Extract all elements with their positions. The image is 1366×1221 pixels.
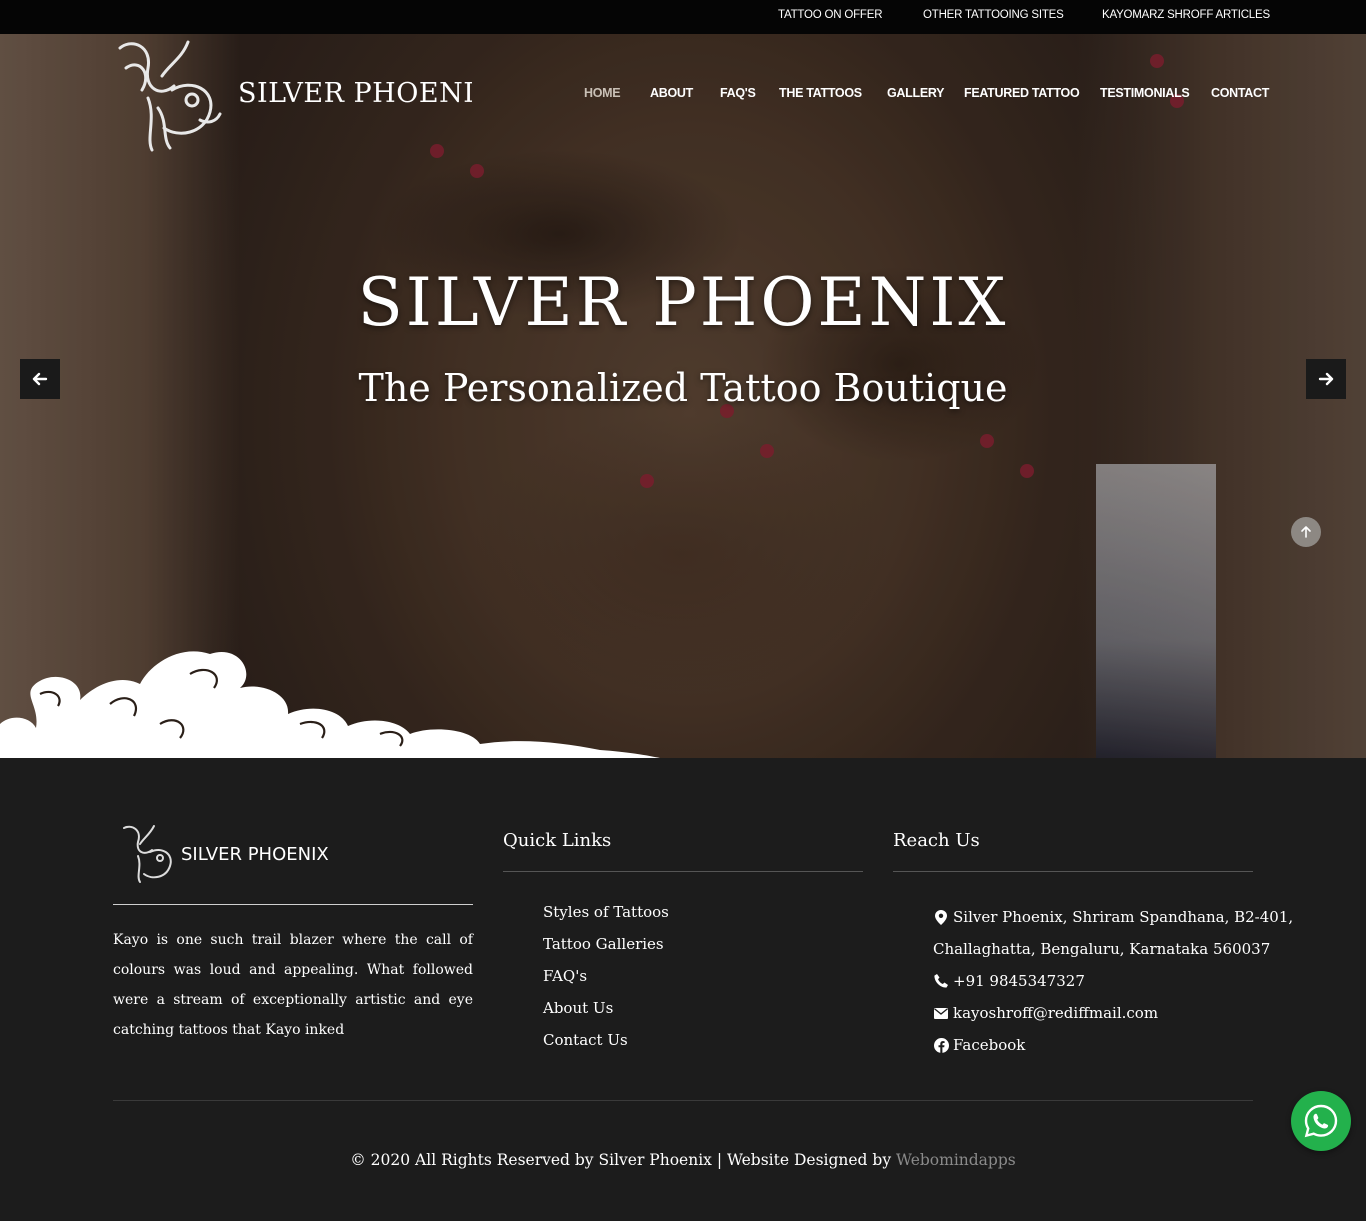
scroll-to-top-button[interactable] bbox=[1291, 517, 1321, 547]
phoenix-logo[interactable]: SILVER PHOENIX bbox=[112, 38, 472, 154]
copyright: © 2020 All Rights Reserved by Silver Pho… bbox=[0, 1151, 1366, 1169]
footer-about-text: Kayo is one such trail blazer where the … bbox=[113, 932, 473, 1038]
footer-bottom-divider bbox=[113, 1100, 1253, 1101]
nav-the-tattoos[interactable]: THE TATTOOS bbox=[779, 86, 862, 100]
nav-faqs[interactable]: FAQ'S bbox=[720, 86, 756, 100]
top-bar: TATTOO ON OFFER OTHER TATTOOING SITES KA… bbox=[0, 0, 1366, 34]
arrow-right-icon bbox=[1318, 372, 1334, 386]
slider-next-button[interactable] bbox=[1306, 359, 1346, 399]
topbar-link-tattoo-on-offer[interactable]: TATTOO ON OFFER bbox=[778, 9, 883, 21]
facebook-item[interactable]: Facebook bbox=[933, 1029, 1293, 1061]
footer-logo-text: SILVER PHOENIX bbox=[181, 844, 329, 865]
nav-home[interactable]: HOME bbox=[584, 86, 621, 100]
address-line-1: Silver Phoenix, Shriram Spandhana, B2-40… bbox=[933, 901, 1293, 933]
phone-item[interactable]: +91 9845347327 bbox=[933, 965, 1293, 997]
quick-links-divider bbox=[503, 871, 863, 872]
quick-link-contact[interactable]: Contact Us bbox=[543, 1029, 669, 1061]
quick-link-galleries[interactable]: Tattoo Galleries bbox=[543, 933, 669, 965]
quick-link-about[interactable]: About Us bbox=[543, 997, 669, 1029]
nav-gallery[interactable]: GALLERY bbox=[887, 86, 944, 100]
nav-featured-tattoo[interactable]: FEATURED TATTOO bbox=[964, 86, 1080, 100]
phone-icon bbox=[933, 973, 949, 989]
arrow-up-icon bbox=[1301, 526, 1311, 538]
quick-link-faqs[interactable]: FAQ's bbox=[543, 965, 669, 997]
wave-decoration bbox=[0, 651, 660, 758]
reach-us-divider bbox=[893, 871, 1253, 872]
footer-divider bbox=[113, 904, 473, 905]
hero-slider: SILVER PHOENIX HOME ABOUT FAQ'S THE TATT… bbox=[0, 34, 1366, 758]
hero-title: SILVER PHOENIX bbox=[357, 264, 1009, 341]
arrow-left-icon bbox=[32, 372, 48, 386]
whatsapp-icon bbox=[1304, 1104, 1338, 1138]
quick-links-list: Styles of Tattoos Tattoo Galleries FAQ's… bbox=[543, 901, 669, 1061]
logo-text: SILVER PHOENIX bbox=[238, 78, 472, 109]
copyright-text: © 2020 All Rights Reserved by Silver Pho… bbox=[350, 1151, 892, 1169]
reach-us-heading: Reach Us bbox=[893, 830, 980, 851]
nav-contact[interactable]: CONTACT bbox=[1211, 86, 1269, 100]
designer-credit-link[interactable]: Webomindapps bbox=[896, 1151, 1016, 1169]
topbar-link-articles[interactable]: KAYOMARZ SHROFF ARTICLES bbox=[1102, 9, 1270, 21]
reach-us-list: Silver Phoenix, Shriram Spandhana, B2-40… bbox=[933, 901, 1293, 1061]
envelope-icon bbox=[933, 1005, 949, 1021]
facebook-icon bbox=[933, 1037, 949, 1053]
slider-prev-button[interactable] bbox=[20, 359, 60, 399]
hero-subtitle: The Personalized Tattoo Boutique bbox=[358, 366, 1008, 410]
email-item[interactable]: kayoshroff@rediffmail.com bbox=[933, 997, 1293, 1029]
quick-links-heading: Quick Links bbox=[503, 830, 612, 851]
map-marker-icon bbox=[933, 909, 949, 925]
whatsapp-button[interactable] bbox=[1291, 1091, 1351, 1151]
topbar-link-other-sites[interactable]: OTHER TATTOOING SITES bbox=[923, 9, 1064, 21]
nav-about[interactable]: ABOUT bbox=[650, 86, 693, 100]
footer: SILVER PHOENIX Kayo is one such trail bl… bbox=[0, 758, 1366, 1221]
nav-testimonials[interactable]: TESTIMONIALS bbox=[1100, 86, 1190, 100]
quick-link-styles[interactable]: Styles of Tattoos bbox=[543, 901, 669, 933]
address-line-2: Challaghatta, Bengaluru, Karnataka 56003… bbox=[933, 940, 1271, 958]
